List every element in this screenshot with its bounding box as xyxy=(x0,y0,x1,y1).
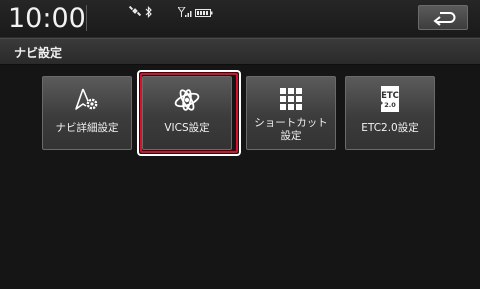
grid-icon xyxy=(280,88,302,110)
tile-label: ETC2.0設定 xyxy=(361,122,419,134)
signal-icon xyxy=(178,7,192,17)
page-title: ナビ設定 xyxy=(14,46,63,60)
tile-navi-detail-settings[interactable]: ナビ詳細設定 xyxy=(42,76,132,150)
battery-icon xyxy=(195,9,213,17)
tile-etc-settings[interactable]: ETC 2.0 ETC2.0設定 xyxy=(345,76,435,150)
tile-label-line: ショートカット 設定 xyxy=(254,117,328,142)
section-title-bar: ナビ設定 xyxy=(0,38,480,65)
bluetooth-icon xyxy=(145,6,152,18)
return-arrow-icon xyxy=(433,12,456,26)
tile-label: ナビ詳細設定 xyxy=(55,122,119,134)
back-button[interactable] xyxy=(418,5,468,30)
etc-card-text: ETC xyxy=(381,91,399,101)
etc-card-version: 2.0 xyxy=(384,101,396,109)
selection-highlight xyxy=(137,70,241,156)
clock: 10:00 xyxy=(8,3,86,34)
status-bar: 10:00 xyxy=(0,0,480,38)
tile-label: ショートカット 設定 xyxy=(247,117,335,143)
etc-card-icon: ETC 2.0 xyxy=(381,86,399,112)
tile-shortcut-settings[interactable]: ショートカット 設定 xyxy=(246,76,336,150)
navi-settings-icon xyxy=(75,88,98,110)
divider xyxy=(86,5,87,31)
gps-satellite-icon xyxy=(128,6,142,17)
